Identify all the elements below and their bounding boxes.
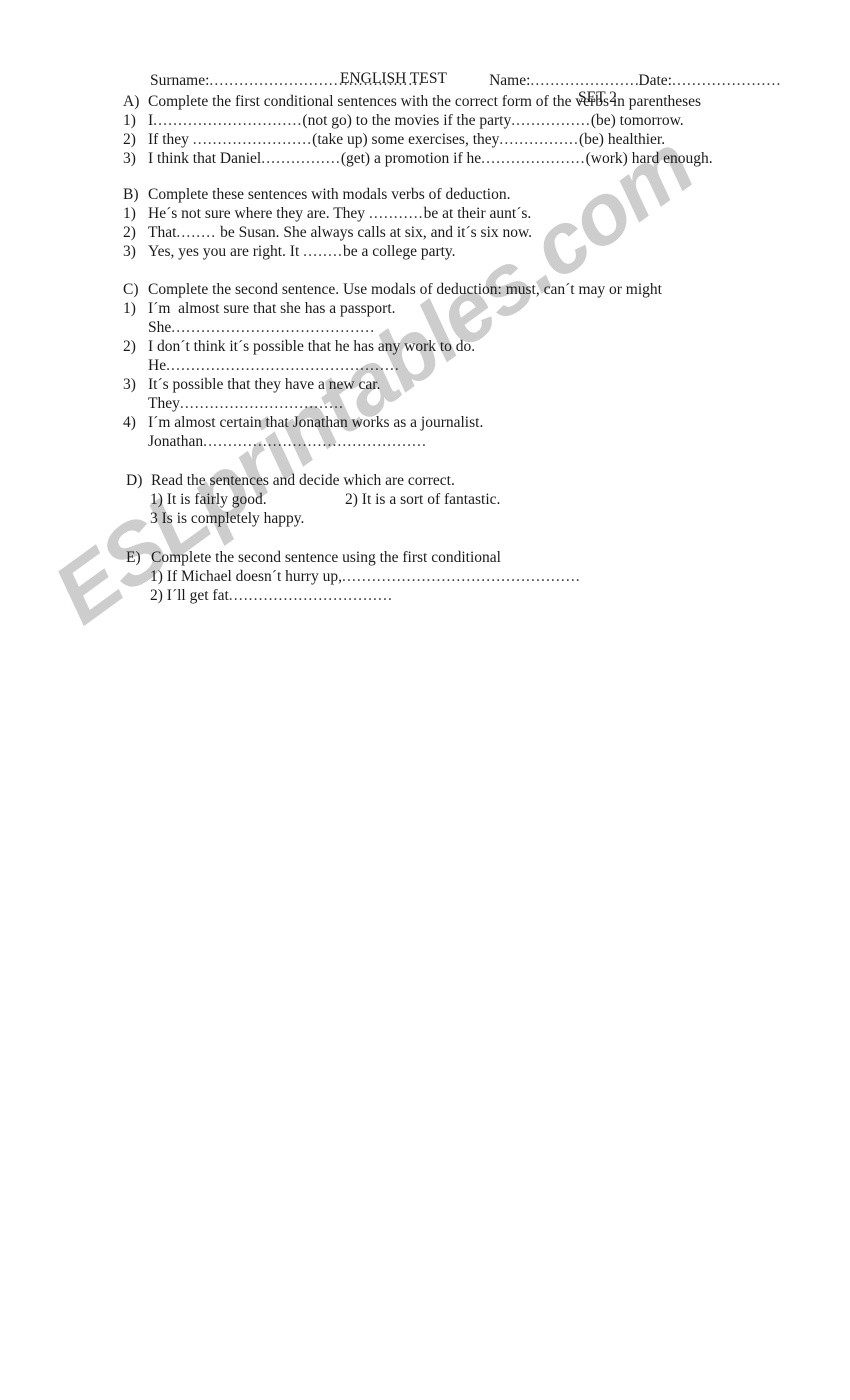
section-c-item-2: 2) I don´t think it´s possible that he h… bbox=[123, 337, 475, 356]
item-marker: 2) bbox=[123, 131, 136, 148]
item-marker: 3) bbox=[123, 150, 136, 167]
item-text-post: (be) healthier. bbox=[579, 131, 666, 148]
section-c-answer-1: She.....................................… bbox=[148, 318, 375, 337]
blank-line[interactable]: ........ bbox=[303, 243, 343, 260]
blank-line[interactable]: ................ bbox=[511, 112, 591, 129]
blank-line[interactable]: ........ bbox=[176, 224, 216, 241]
item-text-post: be Susan. She always calls at six, and i… bbox=[216, 224, 533, 241]
section-e-instruction: Complete the second sentence using the f… bbox=[151, 549, 501, 566]
item-text-mid: (not go) to the movies if the party bbox=[302, 112, 512, 129]
blank-line[interactable]: ........................................… bbox=[171, 319, 375, 336]
section-c-answer-2: He......................................… bbox=[148, 356, 400, 375]
answer-lead: They bbox=[148, 395, 180, 412]
section-e-heading: E) Complete the second sentence using th… bbox=[126, 548, 501, 567]
section-d-item-3: 3 Is is completely happy. bbox=[150, 510, 305, 527]
blank-line[interactable]: .............................. bbox=[153, 112, 302, 129]
item-prompt: It´s possible that they have a new car. bbox=[148, 376, 381, 393]
item-marker: 4) bbox=[123, 414, 136, 431]
section-c-heading: C) Complete the second sentence. Use mod… bbox=[123, 280, 662, 299]
item-marker: 2) bbox=[123, 338, 136, 355]
section-b-instruction: Complete these sentences with modals ver… bbox=[148, 186, 511, 203]
item-text-pre: 2) I´ll get fat bbox=[150, 587, 229, 604]
section-c-item-1: 1) I´m almost sure that she has a passpo… bbox=[123, 299, 396, 318]
blank-line[interactable]: ........................................… bbox=[203, 433, 427, 450]
section-b-heading: B) Complete these sentences with modals … bbox=[123, 185, 510, 204]
section-d-item-2: 2) It is a sort of fantastic. bbox=[345, 491, 501, 508]
item-text-pre: 1) If Michael doesn´t hurry up, bbox=[150, 568, 342, 585]
section-b-item-1: 1) He´s not sure where they are. They ..… bbox=[123, 204, 531, 223]
section-e-item-1: 1) If Michael doesn´t hurry up,.........… bbox=[150, 567, 581, 586]
section-e-item-2: 2) I´ll get fat.........................… bbox=[150, 586, 393, 605]
answer-lead: He bbox=[148, 357, 167, 374]
blank-line[interactable]: ........................................… bbox=[166, 357, 400, 374]
blank-line[interactable]: ........... bbox=[369, 205, 424, 222]
item-prompt: I´m almost certain that Jonathan works a… bbox=[148, 414, 484, 431]
student-info-row: Surname: ...............................… bbox=[150, 71, 780, 90]
section-b-marker: B) bbox=[123, 186, 139, 203]
item-text-pre: If they bbox=[148, 131, 193, 148]
blank-line[interactable]: ..................... bbox=[481, 150, 585, 167]
answer-lead: Jonathan bbox=[148, 433, 204, 450]
item-marker: 1) bbox=[123, 300, 136, 317]
blank-line[interactable]: ........................................… bbox=[342, 568, 581, 585]
item-prompt: I´m almost sure that she has a passport. bbox=[148, 300, 396, 317]
section-b-item-2: 2) That........ be Susan. She always cal… bbox=[123, 223, 532, 242]
item-text-pre: He´s not sure where they are. They bbox=[148, 205, 369, 222]
item-prompt: I don´t think it´s possible that he has … bbox=[148, 338, 476, 355]
section-d-marker: D) bbox=[126, 472, 143, 489]
section-b-item-3: 3) Yes, yes you are right. It ........be… bbox=[123, 242, 456, 261]
item-text-mid: (take up) some exercises, they bbox=[312, 131, 500, 148]
item-marker: 1) bbox=[123, 112, 136, 129]
item-text-pre: That bbox=[148, 224, 177, 241]
section-c-marker: C) bbox=[123, 281, 139, 298]
item-text-post: (be) tomorrow. bbox=[590, 112, 684, 129]
item-text-pre: Yes, yes you are right. It bbox=[148, 243, 304, 260]
section-c-item-3: 3) It´s possible that they have a new ca… bbox=[123, 375, 380, 394]
worksheet-page: ENGLISH TEST SET 2 Surname: ............… bbox=[0, 0, 850, 1400]
section-d-item-1: 1) It is fairly good. bbox=[150, 491, 267, 508]
item-marker: 3) bbox=[123, 243, 136, 260]
section-a-marker: A) bbox=[123, 93, 140, 110]
surname-label: Surname: bbox=[150, 72, 210, 89]
section-c-answer-4: Jonathan................................… bbox=[148, 432, 427, 451]
blank-line[interactable]: ................................. bbox=[180, 395, 344, 412]
item-marker: 3) bbox=[123, 376, 136, 393]
section-c-item-4: 4) I´m almost certain that Jonathan work… bbox=[123, 413, 483, 432]
section-c-instruction: Complete the second sentence. Use modals… bbox=[148, 281, 662, 298]
section-a-item-1: 1) I..............................(not g… bbox=[123, 111, 684, 130]
item-text-mid: (get) a promotion if he bbox=[340, 150, 482, 167]
item-text-post: be a college party. bbox=[342, 243, 456, 260]
item-text-pre: I think that Daniel bbox=[148, 150, 262, 167]
blank-line[interactable]: ................ bbox=[261, 150, 341, 167]
blank-line[interactable]: ........................ bbox=[193, 131, 312, 148]
name-label: Name: bbox=[489, 72, 531, 89]
surname-input-line[interactable]: ........................................… bbox=[209, 71, 489, 90]
item-text-post: (work) hard enough. bbox=[585, 150, 713, 167]
section-a-item-2: 2) If they ........................(take… bbox=[123, 130, 665, 149]
section-c-answer-3: They................................. bbox=[148, 394, 344, 413]
date-input-line[interactable]: ........................... bbox=[672, 71, 780, 90]
date-label: Date: bbox=[638, 72, 672, 89]
item-marker: 2) bbox=[123, 224, 136, 241]
section-e-marker: E) bbox=[126, 549, 141, 566]
section-a-heading: A) Complete the first conditional senten… bbox=[123, 92, 701, 111]
item-marker: 1) bbox=[123, 205, 136, 222]
item-text-post: be at their aunt´s. bbox=[423, 205, 532, 222]
section-a-instruction: Complete the first conditional sentences… bbox=[148, 93, 702, 110]
name-input-line[interactable]: .............................. bbox=[530, 71, 638, 90]
blank-line[interactable]: ................ bbox=[499, 131, 579, 148]
section-d-heading: D) Read the sentences and decide which a… bbox=[126, 471, 455, 490]
blank-line[interactable]: ................................. bbox=[229, 587, 393, 604]
section-d-instruction: Read the sentences and decide which are … bbox=[151, 472, 455, 489]
section-a-item-3: 3) I think that Daniel................(g… bbox=[123, 149, 713, 168]
answer-lead: She bbox=[148, 319, 172, 336]
